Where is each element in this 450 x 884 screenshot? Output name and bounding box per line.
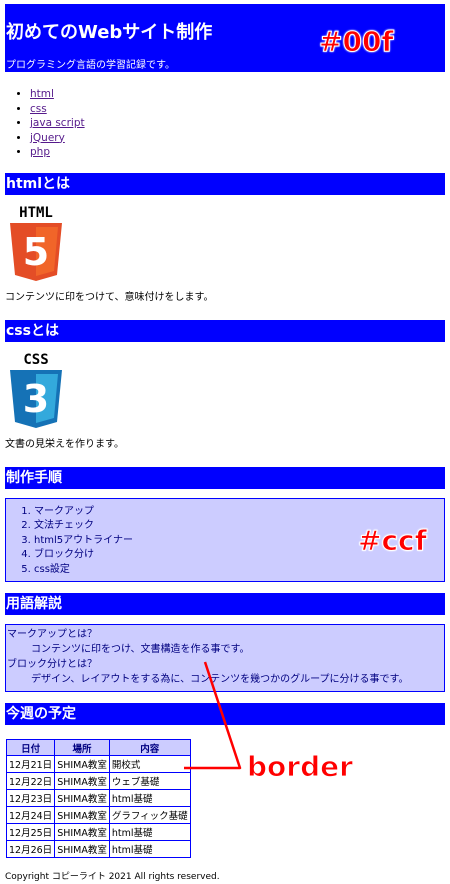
- cell-content: グラフィック基礎: [108, 806, 191, 825]
- table-row: 12月26日 SHIMA教室 html基礎: [5, 840, 191, 859]
- cell-date: 12月23日: [5, 789, 56, 808]
- table-row: 12月25日 SHIMA教室 html基礎: [5, 823, 191, 842]
- annotation-header-color: #00f: [319, 25, 395, 59]
- glossary-definition: コンテンツに印をつけ、文書構造を作る事です。: [31, 644, 250, 656]
- cell-content: html基礎: [108, 789, 191, 808]
- html5-logo-text: HTML: [19, 205, 53, 221]
- cell-place: SHIMA教室: [54, 789, 110, 808]
- cell-place: SHIMA教室: [54, 772, 110, 791]
- schedule-header-row: 日付 場所 内容: [5, 739, 191, 757]
- css-section: cssとは CSS 3 文書の見栄えを作ります。: [5, 319, 445, 452]
- cell-date: 12月24日: [5, 806, 56, 825]
- glossary-list: マークアップとは？ コンテンツに印をつけ、文書構造を作る事です。 ブロック分けと…: [6, 625, 444, 691]
- nav-item: php: [30, 145, 445, 160]
- annotation-box-color: #ccf: [358, 524, 428, 558]
- glossary-heading: 用語解説: [5, 593, 445, 616]
- schedule-section: 今週の予定 日付 場所 内容 12月21日 SHIMA教室 開校式 12月22日…: [5, 703, 445, 859]
- glossary-section: 用語解説 マークアップとは？ コンテンツに印をつけ、文書構造を作る事です。 ブロ…: [5, 593, 445, 693]
- procedure-step: css設定: [34, 563, 444, 578]
- cell-date: 12月21日: [5, 755, 56, 774]
- cell-place: SHIMA教室: [54, 823, 110, 842]
- nav-item: jQuery: [30, 131, 445, 146]
- nav-link-html[interactable]: html: [30, 88, 54, 100]
- cell-content: html基礎: [108, 840, 191, 859]
- cell-place: SHIMA教室: [54, 755, 110, 774]
- nav-link-jquery[interactable]: jQuery: [30, 132, 65, 144]
- cell-date: 12月25日: [5, 823, 56, 842]
- schedule-heading: 今週の予定: [5, 703, 445, 726]
- cell-date: 12月26日: [5, 840, 56, 859]
- table-row: 12月24日 SHIMA教室 グラフィック基礎: [5, 806, 191, 825]
- html-heading: htmlとは: [5, 172, 445, 195]
- schedule-table: 日付 場所 内容 12月21日 SHIMA教室 開校式 12月22日 SHIMA…: [5, 739, 191, 859]
- page: 初めてのWebサイト制作 プログラミング言語の学習記録です。 html css …: [5, 4, 445, 883]
- cell-content: html基礎: [108, 823, 191, 842]
- nav-item: java script: [30, 116, 445, 131]
- html5-logo-icon: HTML 5: [10, 205, 62, 281]
- procedure-step: マークアップ: [34, 505, 444, 520]
- table-row: 12月23日 SHIMA教室 html基礎: [5, 789, 191, 808]
- col-header-place: 場所: [54, 739, 110, 757]
- nav-link-php[interactable]: php: [30, 146, 50, 158]
- cell-date: 12月22日: [5, 772, 56, 791]
- cell-place: SHIMA教室: [54, 806, 110, 825]
- table-row: 12月21日 SHIMA教室 開校式: [5, 755, 191, 774]
- glossary-term: ブロック分けとは？: [7, 659, 97, 671]
- glossary-term: マークアップとは？: [7, 629, 97, 641]
- procedure-heading: 制作手順: [5, 466, 445, 489]
- table-row: 12月22日 SHIMA教室 ウェブ基礎: [5, 772, 191, 791]
- cell-content: ウェブ基礎: [108, 772, 191, 791]
- html-section: htmlとは HTML 5 コンテンツに印をつけて、意味付けをします。: [5, 172, 445, 305]
- nav-item: css: [30, 102, 445, 117]
- col-header-date: 日付: [5, 739, 56, 757]
- css3-logo-icon: CSS 3: [10, 352, 62, 428]
- nav-link-css[interactable]: css: [30, 103, 47, 115]
- css3-logo-text: CSS: [23, 352, 48, 368]
- glossary-box: マークアップとは？ コンテンツに印をつけ、文書構造を作る事です。 ブロック分けと…: [5, 624, 445, 693]
- css-description: 文書の見栄えを作ります。: [5, 438, 124, 450]
- site-tagline: プログラミング言語の学習記録です。: [6, 60, 175, 71]
- css-heading: cssとは: [5, 319, 445, 342]
- nav-list: html css java script jQuery php: [5, 87, 445, 160]
- nav-link-javascript[interactable]: java script: [30, 117, 85, 129]
- html5-logo-number: 5: [23, 230, 49, 274]
- html-description: コンテンツに印をつけて、意味付けをします。: [5, 291, 214, 303]
- site-title: 初めてのWebサイト制作: [6, 22, 213, 43]
- cell-place: SHIMA教室: [54, 840, 110, 859]
- annotation-border-label: border: [247, 750, 354, 784]
- site-footer: Copyright コピーライト 2021 All rights reserve…: [5, 872, 220, 883]
- col-header-content: 内容: [108, 739, 191, 757]
- css3-logo-number: 3: [23, 377, 49, 421]
- nav-item: html: [30, 87, 445, 102]
- cell-content: 開校式: [108, 755, 191, 774]
- glossary-definition: デザイン、レイアウトをする為に、コンテンツを幾つかのグループに分ける事です。: [31, 674, 409, 686]
